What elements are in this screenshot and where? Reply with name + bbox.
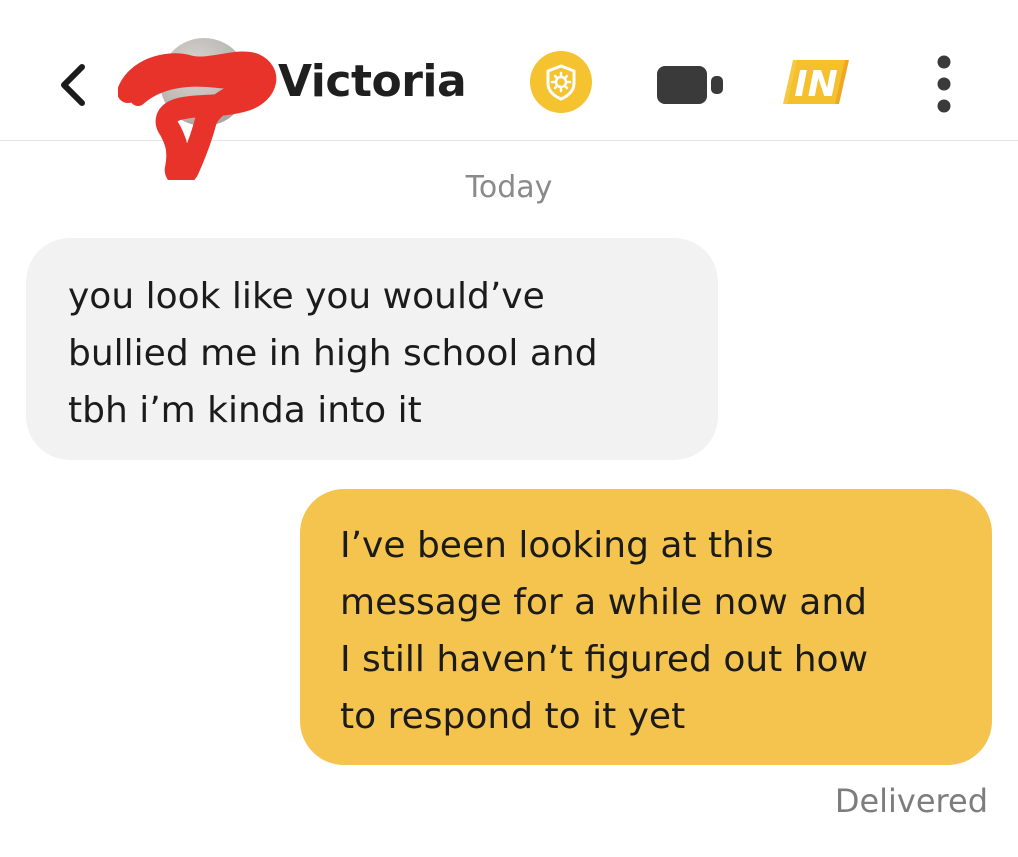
incoming-message-bubble[interactable]: you look like you would’ve bullied me in… <box>26 238 718 460</box>
chat-header: Victoria IN <box>0 0 1018 180</box>
delivery-status: Delivered <box>834 782 988 820</box>
message-line: tbh i’m kinda into it <box>68 390 422 431</box>
video-call-button[interactable] <box>655 60 725 110</box>
contact-name[interactable]: Victoria <box>278 56 467 107</box>
avatar[interactable] <box>160 38 248 126</box>
day-separator: Today <box>465 170 553 205</box>
in-logo-icon: IN <box>783 60 849 105</box>
outgoing-message-bubble[interactable]: I’ve been looking at this message for a … <box>300 489 992 765</box>
message-line: I’ve been looking at this <box>340 525 774 566</box>
message-line: I still haven’t figured out how <box>340 639 869 680</box>
message-line: bullied me in high school and <box>68 333 598 374</box>
chevron-left-icon <box>61 64 85 106</box>
in-label: IN <box>794 64 838 105</box>
more-vertical-icon <box>937 55 951 113</box>
message-line: message for a while now and <box>340 582 867 623</box>
more-options-button[interactable] <box>928 54 960 114</box>
message-line: you look like you would’ve <box>68 276 545 317</box>
video-camera-icon <box>657 66 723 104</box>
message-line: to respond to it yet <box>340 696 686 737</box>
in-button[interactable]: IN <box>783 56 853 108</box>
verification-badge-icon <box>546 64 576 101</box>
back-button[interactable] <box>50 55 96 115</box>
verification-badge-button[interactable] <box>530 51 592 113</box>
